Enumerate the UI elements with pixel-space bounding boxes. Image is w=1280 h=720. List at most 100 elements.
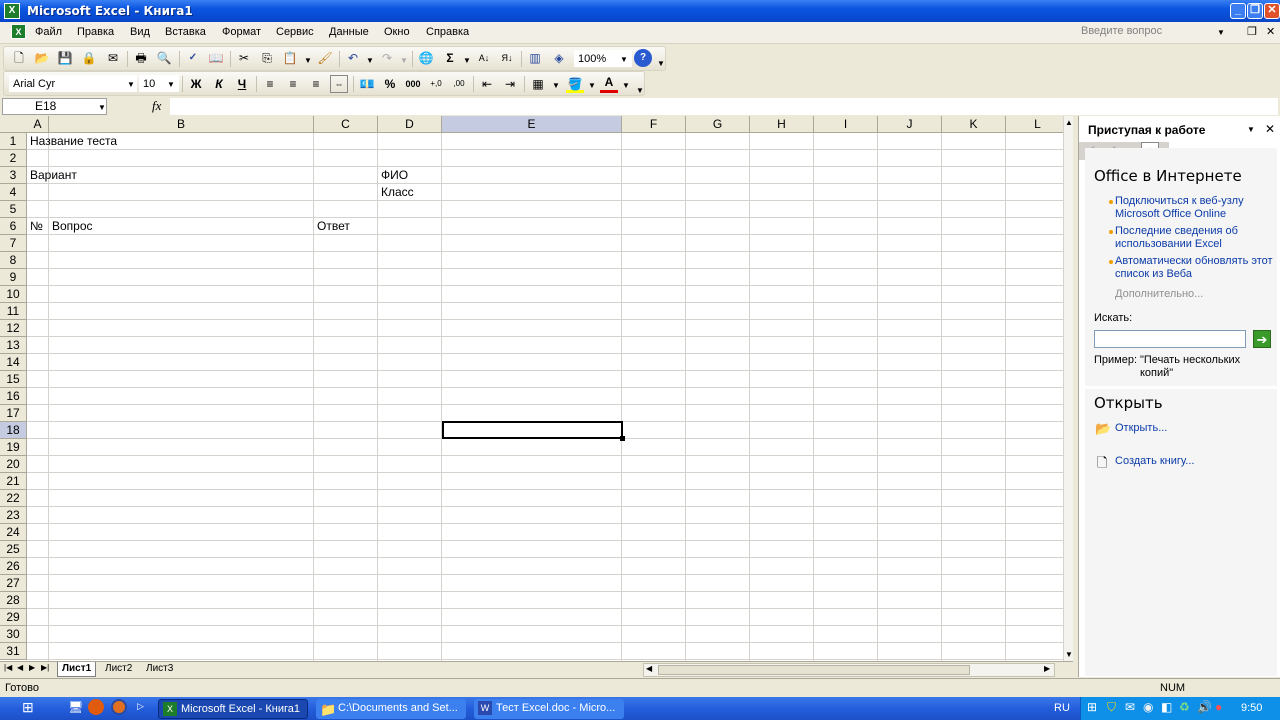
align-center-icon[interactable]: ≡ bbox=[284, 75, 302, 93]
row-header-22[interactable]: 22 bbox=[0, 490, 27, 507]
row-header-24[interactable]: 24 bbox=[0, 524, 27, 541]
print-preview-icon[interactable]: 🔍 bbox=[155, 49, 173, 67]
scroll-up-icon[interactable]: ▲ bbox=[1065, 118, 1073, 127]
paste-icon[interactable]: 📋 bbox=[281, 49, 299, 67]
format-toolbar-options-icon[interactable]: ▼ bbox=[636, 86, 644, 95]
chart-wizard-icon[interactable]: ▥ bbox=[526, 49, 544, 67]
language-indicator[interactable]: RU bbox=[1054, 702, 1070, 714]
row-header-6[interactable]: 6 bbox=[0, 218, 27, 235]
zoom-dropdown-icon[interactable]: ▼ bbox=[620, 55, 628, 64]
worksheet-grid[interactable]: ABCDEFGHIJKL 1 2 3 4 5 6 7 8 9 10 11 12 13 14 15 16 17 18… bbox=[0, 116, 1073, 661]
quicklaunch-opera-icon[interactable] bbox=[88, 699, 104, 715]
align-left-icon[interactable]: ≡ bbox=[261, 75, 279, 93]
undo-dropdown-icon[interactable]: ▼ bbox=[366, 56, 374, 65]
format-painter-icon[interactable]: 🖌 bbox=[316, 49, 334, 67]
currency-icon[interactable]: 💶 bbox=[358, 75, 376, 93]
link-auto-update[interactable]: Автоматически обновлять этот список из В… bbox=[1115, 255, 1275, 281]
column-header-c[interactable]: C bbox=[314, 116, 378, 133]
borders-icon[interactable]: ▦ bbox=[529, 75, 547, 93]
task-pane-menu-icon[interactable]: ▼ bbox=[1247, 125, 1255, 134]
column-header-h[interactable]: H bbox=[750, 116, 814, 133]
quicklaunch-desktop-icon[interactable]: 🖥 bbox=[68, 700, 83, 714]
undo-icon[interactable]: ↶ bbox=[344, 49, 362, 67]
increase-indent-icon[interactable]: ⇥ bbox=[501, 75, 519, 93]
row-header-28[interactable]: 28 bbox=[0, 592, 27, 609]
task-word[interactable]: W Тест Excel.doc - Micro... bbox=[474, 699, 624, 719]
link-open[interactable]: Открыть... bbox=[1115, 422, 1167, 435]
prev-sheet-icon[interactable]: ◀ bbox=[17, 663, 23, 672]
excel-app-icon[interactable]: X bbox=[4, 3, 20, 19]
tab-sheet1[interactable]: Лист1 bbox=[57, 662, 97, 677]
link-office-online[interactable]: Подключиться к веб-узлу Microsoft Office… bbox=[1115, 195, 1275, 221]
menu-window[interactable]: Окно bbox=[384, 26, 410, 38]
row-header-4[interactable]: 4 bbox=[0, 184, 27, 201]
row-header-13[interactable]: 13 bbox=[0, 337, 27, 354]
name-box[interactable]: E18 bbox=[2, 98, 107, 115]
menu-help[interactable]: Справка bbox=[426, 26, 469, 38]
cell-a6[interactable]: № bbox=[27, 218, 43, 235]
redo-dropdown-icon[interactable]: ▼ bbox=[400, 56, 408, 65]
copy-icon[interactable]: ⎘ bbox=[258, 49, 276, 67]
sort-ascending-icon[interactable]: A↓ bbox=[475, 49, 493, 67]
column-header-k[interactable]: K bbox=[942, 116, 1006, 133]
autosum-dropdown-icon[interactable]: ▼ bbox=[463, 56, 471, 65]
column-header-j[interactable]: J bbox=[878, 116, 942, 133]
scroll-right-icon[interactable]: ▶ bbox=[1044, 664, 1050, 673]
tray-shield-icon[interactable]: ⛉ bbox=[1107, 700, 1116, 715]
font-color-dropdown-icon[interactable]: ▼ bbox=[622, 81, 630, 90]
workbook-icon[interactable]: X bbox=[11, 24, 26, 39]
help-question-input[interactable]: Введите вопрос bbox=[1081, 25, 1226, 41]
row-header-1[interactable]: 1 bbox=[0, 133, 27, 150]
research-icon[interactable]: 📖 bbox=[207, 49, 225, 67]
task-explorer[interactable]: 📁 C:\Documents and Set... bbox=[316, 699, 466, 719]
row-header-2[interactable]: 2 bbox=[0, 150, 27, 167]
tab-sheet3[interactable]: Лист3 bbox=[142, 662, 177, 677]
decrease-indent-icon[interactable]: ⇤ bbox=[478, 75, 496, 93]
column-header-a[interactable]: A bbox=[27, 116, 49, 133]
email-icon[interactable]: ✉ bbox=[104, 49, 122, 67]
tray-monitor-icon[interactable]: ◧ bbox=[1161, 700, 1172, 714]
permission-icon[interactable]: 🔒 bbox=[80, 49, 98, 67]
start-windows-icon[interactable]: ⊞ bbox=[22, 699, 34, 716]
cut-icon[interactable]: ✂ bbox=[235, 49, 253, 67]
last-sheet-icon[interactable]: ▶| bbox=[41, 663, 49, 672]
toolbar-options-icon[interactable]: ▼ bbox=[657, 59, 665, 68]
quicklaunch-firefox-icon[interactable] bbox=[111, 699, 127, 715]
row-header-23[interactable]: 23 bbox=[0, 507, 27, 524]
column-header-g[interactable]: G bbox=[686, 116, 750, 133]
column-header-i[interactable]: I bbox=[814, 116, 878, 133]
formula-input[interactable] bbox=[170, 98, 1278, 115]
tray-opera-icon[interactable]: ● bbox=[1215, 700, 1222, 714]
autosum-icon[interactable]: Σ bbox=[441, 49, 459, 67]
row-header-21[interactable]: 21 bbox=[0, 473, 27, 490]
cell-d4[interactable]: Класс bbox=[378, 184, 414, 201]
cell-a3[interactable]: Вариант bbox=[27, 167, 77, 184]
first-sheet-icon[interactable]: |◀ bbox=[4, 663, 12, 672]
row-header-17[interactable]: 17 bbox=[0, 405, 27, 422]
font-size-dropdown-icon[interactable]: ▼ bbox=[167, 80, 175, 89]
link-more[interactable]: Дополнительно... bbox=[1115, 288, 1203, 301]
row-header-30[interactable]: 30 bbox=[0, 626, 27, 643]
row-header-25[interactable]: 25 bbox=[0, 541, 27, 558]
font-name-dropdown-icon[interactable]: ▼ bbox=[127, 80, 135, 89]
save-icon[interactable]: 💾 bbox=[56, 49, 74, 67]
horizontal-scroll-thumb[interactable] bbox=[658, 665, 970, 675]
row-header-10[interactable]: 10 bbox=[0, 286, 27, 303]
fill-handle[interactable] bbox=[620, 436, 625, 441]
column-header-f[interactable]: F bbox=[622, 116, 686, 133]
menu-edit[interactable]: Правка bbox=[77, 26, 114, 38]
column-header-l[interactable]: L bbox=[1006, 116, 1070, 133]
tray-safe-remove-icon[interactable]: ♻ bbox=[1179, 700, 1190, 714]
name-box-dropdown-icon[interactable]: ▼ bbox=[98, 103, 106, 112]
row-header-31[interactable]: 31 bbox=[0, 643, 27, 660]
vertical-scrollbar[interactable]: ▲ ▼ bbox=[1063, 116, 1073, 661]
tray-app-icon[interactable]: ◉ bbox=[1143, 700, 1153, 714]
scroll-down-icon[interactable]: ▼ bbox=[1065, 650, 1073, 659]
bold-button[interactable]: Ж bbox=[187, 75, 205, 93]
tray-volume-icon[interactable]: 🔊 bbox=[1197, 700, 1212, 714]
column-header-d[interactable]: D bbox=[378, 116, 442, 133]
fill-color-icon[interactable]: 🪣 bbox=[566, 75, 584, 93]
select-all-corner[interactable] bbox=[0, 116, 28, 133]
percent-button[interactable]: % bbox=[381, 75, 399, 93]
link-latest-news[interactable]: Последние сведения об использовании Exce… bbox=[1115, 225, 1275, 251]
